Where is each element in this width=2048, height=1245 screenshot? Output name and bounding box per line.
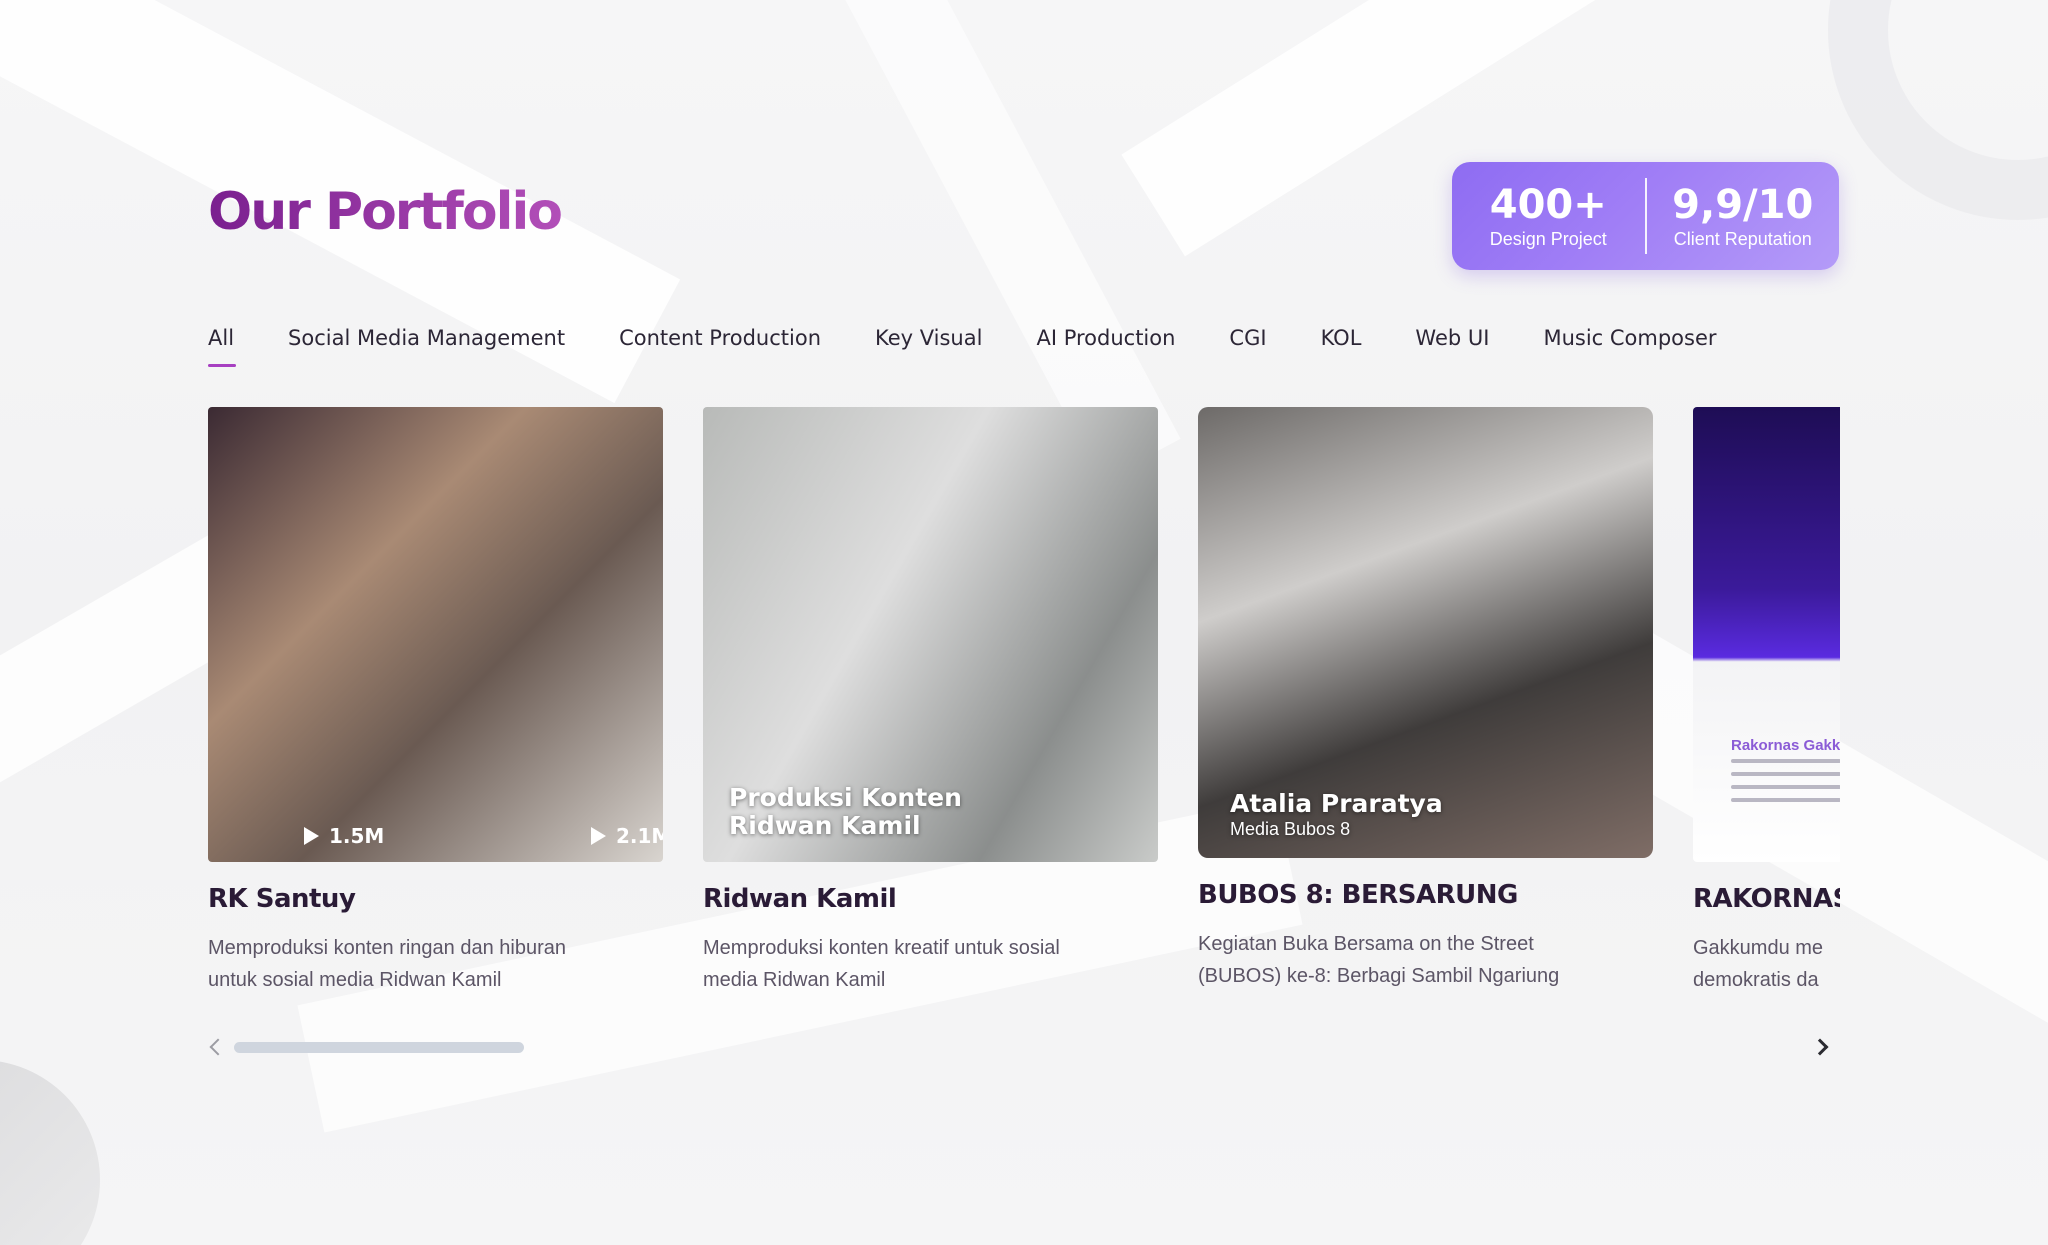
card-thumbnail[interactable]: Rakornas Gakk [1693,407,1840,862]
stat-label: Design Project [1489,228,1607,249]
category-filter-tabs: All Social Media Management Content Prod… [208,326,1771,367]
play-icon [304,827,319,845]
card-thumbnail[interactable]: Atalia Praratya Media Bubos 8 [1198,407,1653,858]
filter-tab-all[interactable]: All [208,326,237,367]
carousel-scrollbar[interactable] [209,1038,1834,1058]
card-thumbnail[interactable]: 1.5M 2.1M [208,407,663,862]
stat-client-reputation: 9,9/10 Client Reputation [1647,183,1840,250]
scrollbar-thumb[interactable] [234,1042,524,1053]
filter-tab-cgi[interactable]: CGI [1229,326,1266,350]
card-description: Memproduksi konten kreatif untuk sosial … [703,937,1060,991]
thumbnail-caption: Rakornas Gakk [1731,737,1840,754]
card-title[interactable]: RAKORNAS [1693,884,1840,914]
stats-panel: 400+ Design Project 9,9/10 Client Reputa… [1452,162,1839,270]
view-count-badge: 2.1M [591,824,663,848]
card-title[interactable]: BUBOS 8: BERSARUNG [1198,880,1653,910]
card-description: Kegiatan Buka Bersama on the Street (BUB… [1198,933,1560,987]
stat-value: 9,9/10 [1672,181,1814,228]
stat-design-project: 400+ Design Project [1452,183,1645,250]
card-description: Gakkumdu me demokratis da [1693,937,1824,991]
portfolio-card[interactable]: Produksi Konten Ridwan Kamil Ridwan Kami… [703,407,1158,996]
card-title[interactable]: RK Santuy [208,884,663,914]
chevron-left-icon[interactable] [209,1038,227,1056]
stat-label: Client Reputation [1673,228,1812,249]
thumbnail-overlay-title: Atalia Praratya [1230,789,1443,818]
card-thumbnail[interactable]: Produksi Konten Ridwan Kamil [703,407,1158,862]
view-count-badge: 1.5M [304,824,384,848]
thumbnail-overlay: Atalia Praratya Media Bubos 8 [1230,790,1443,840]
filter-tab-social-media-management[interactable]: Social Media Management [288,326,565,350]
portfolio-carousel: 1.5M 2.1M RK Santuy Memproduksi konten r… [208,407,1840,1007]
play-icon [591,827,606,845]
view-count: 2.1M [616,824,663,848]
filter-tab-music-composer[interactable]: Music Composer [1543,326,1716,350]
thumbnail-caption-lines [1731,759,1840,811]
portfolio-card[interactable]: Atalia Praratya Media Bubos 8 BUBOS 8: B… [1198,407,1653,992]
filter-tab-kol[interactable]: KOL [1321,326,1362,350]
filter-tab-key-visual[interactable]: Key Visual [875,326,982,350]
view-count: 1.5M [329,824,385,848]
portfolio-card[interactable]: 1.5M 2.1M RK Santuy Memproduksi konten r… [208,407,663,996]
filter-tab-content-production[interactable]: Content Production [619,326,821,350]
card-title[interactable]: Ridwan Kamil [703,884,1158,914]
page-title: Our Portfolio [208,182,563,242]
thumbnail-overlay-title: Produksi Konten Ridwan Kamil [729,783,962,840]
filter-tab-web-ui[interactable]: Web UI [1415,326,1489,350]
chevron-right-icon[interactable] [1811,1038,1829,1056]
portfolio-card[interactable]: Rakornas Gakk RAKORNAS Gakkumdu me demok… [1693,407,1840,996]
thumbnail-overlay-subtitle: Media Bubos 8 [1230,819,1351,839]
stat-value: 400+ [1489,181,1607,228]
card-description: Memproduksi konten ringan dan hiburan un… [208,937,566,991]
filter-tab-ai-production[interactable]: AI Production [1036,326,1175,350]
